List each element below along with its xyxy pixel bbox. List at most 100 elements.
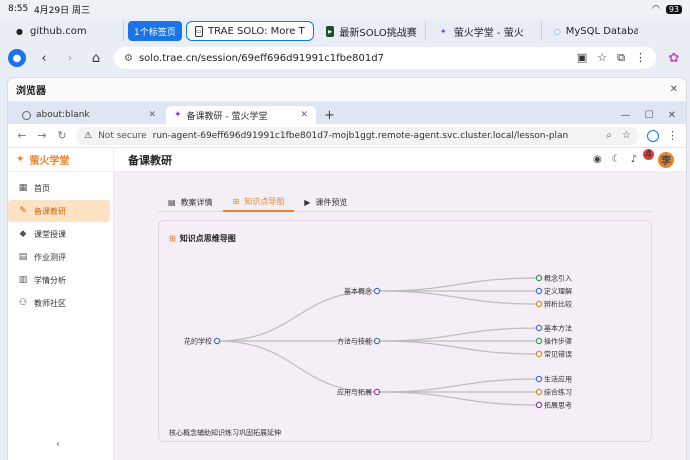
sidebar-item-analytics[interactable]: ▥ 学情分析	[8, 269, 113, 291]
mindmap-leaf-label: 综合练习	[544, 388, 572, 397]
page-title: 备课教研	[128, 153, 172, 167]
home-icon[interactable]: ⌂	[88, 51, 104, 66]
reload-icon[interactable]: ↻	[56, 129, 68, 142]
card-title-text: 知识点思维导图	[179, 234, 236, 243]
mindmap-branch-node[interactable]	[373, 337, 381, 345]
sidebar-item-lesson-prep[interactable]: ✎ 备课教研	[8, 200, 110, 222]
outer-tab-firefly[interactable]: ✦ 萤火学堂 - 萤火	[430, 21, 542, 41]
outer-tab-label: TRAE SOLO: More T	[207, 25, 305, 37]
bookmark-star-icon[interactable]: ☆	[597, 51, 607, 65]
back-icon[interactable]: ‹	[36, 51, 52, 66]
sidebar-item-assessment[interactable]: ▤ 作业测评	[8, 246, 113, 268]
tab-group-label: 1个标签页	[134, 27, 176, 38]
back-icon[interactable]: ←	[16, 129, 28, 142]
tab-courseware-preview[interactable]: ▶ 课件预览	[294, 192, 357, 212]
main-content: 备课教研 ◉ ☾ ♪ 4 李 ▤ 教案详情 ⊞ 知识点导图 ▶ 课件预览 花的学…	[114, 148, 686, 460]
more-menu-icon[interactable]: ⋮	[667, 129, 678, 142]
extension-icon[interactable]: ⧉	[617, 51, 625, 65]
browser-window: 浏览器 ✕ about:blank ✕ ✦ 备课教研 - 萤火学堂 ✕ + — …	[8, 78, 686, 460]
site-settings-icon[interactable]: ⚙	[124, 53, 133, 64]
install-icon[interactable]: ▣	[577, 51, 587, 65]
theme-palette-icon[interactable]: ◉	[593, 154, 602, 165]
outer-tab-solo[interactable]: ▸ 最新SOLO挑战赛	[318, 21, 426, 41]
page-header: 备课教研 ◉ ☾ ♪ 4 李	[114, 148, 686, 172]
close-tab-icon[interactable]: ✕	[148, 110, 156, 120]
mindmap-leaf-node[interactable]	[535, 324, 543, 332]
tab-group-pill[interactable]: 1个标签页	[128, 21, 182, 41]
outer-tab-mysql[interactable]: ◌ MySQL Databas	[546, 21, 638, 41]
mindmap-leaf-node[interactable]	[535, 388, 543, 396]
status-right: ◠ 93	[652, 4, 682, 14]
outer-address-bar[interactable]: ⚙ solo.trae.cn/session/69eff696d91991c1f…	[114, 47, 656, 69]
forward-icon[interactable]: →	[36, 129, 48, 142]
inner-toolbar: ← → ↻ ⚠ Not secure run-agent-69eff696d91…	[8, 124, 686, 148]
home-icon: ▦	[18, 183, 28, 193]
notification-bell-icon[interactable]: ♪ 4	[631, 149, 654, 165]
mindmap-branch-node[interactable]	[373, 287, 381, 295]
mindmap-leaf-node[interactable]	[535, 300, 543, 308]
tab-label: 课件预览	[315, 197, 348, 207]
inner-tab-lesson-plan[interactable]: ✦ 备课教研 - 萤火学堂 ✕	[166, 106, 316, 124]
minimize-icon[interactable]: —	[621, 110, 631, 121]
window-title-bar: 浏览器 ✕	[8, 78, 686, 102]
terminal-icon: ▸	[325, 25, 335, 37]
mindmap-leaf-label: 操作步骤	[544, 337, 572, 346]
profile-avatar[interactable]: ●	[8, 49, 26, 67]
account-icon[interactable]	[647, 129, 659, 142]
sidebar-item-teaching[interactable]: ◆ 课堂授课	[8, 223, 113, 245]
mindmap-root-label: 花的学校	[184, 337, 212, 346]
outer-tab-strip: ● github.com 1个标签页 ▭ TRAE SOLO: More T ▸…	[0, 20, 690, 42]
mindmap-leaf-node[interactable]	[535, 401, 543, 409]
mindmap-leaf-node[interactable]	[535, 274, 543, 282]
sidebar-item-home[interactable]: ▦ 首页	[8, 177, 113, 199]
firefly-icon: ✦	[439, 26, 447, 36]
more-menu-icon[interactable]: ⋮	[635, 51, 646, 65]
mindmap-leaf-node[interactable]	[535, 350, 543, 358]
zoom-icon[interactable]: ⌕	[606, 130, 612, 141]
brand-name: 萤火学堂	[29, 156, 70, 167]
tab-lesson-details[interactable]: ▤ 教案详情	[158, 192, 223, 212]
sidebar: ✦ 萤火学堂 ▦ 首页 ✎ 备课教研 ◆ 课堂授课 ▤ 作业测评 ▥ 学情分析 …	[8, 148, 114, 460]
github-icon: ●	[16, 26, 23, 36]
window-controls: — ☐ ✕	[621, 106, 686, 124]
mindmap-branch-node[interactable]	[373, 388, 381, 396]
brand-logo[interactable]: ✦ 萤火学堂	[8, 148, 113, 172]
maximize-icon[interactable]: ☐	[645, 110, 654, 121]
lesson-tabs: ▤ 教案详情 ⊞ 知识点导图 ▶ 课件预览	[158, 192, 652, 212]
tab-knowledge-map[interactable]: ⊞ 知识点导图	[222, 192, 295, 212]
mindmap-leaf-node[interactable]	[535, 287, 543, 295]
sidebar-item-label: 学情分析	[34, 275, 66, 285]
forward-icon[interactable]: ›	[62, 51, 78, 66]
avatar[interactable]: 李	[658, 151, 674, 168]
inner-url-text: run-agent-69eff696d91991c1fbe801d7-mojb1…	[152, 130, 569, 141]
new-tab-button[interactable]: +	[318, 106, 341, 124]
mindmap-branch-label: 基本概念	[344, 287, 372, 296]
card-title: ⊞ 知识点思维导图	[169, 233, 236, 244]
close-window-icon[interactable]: ✕	[668, 110, 676, 121]
warning-icon: ⚠	[84, 130, 93, 141]
mindmap-icon: ⊞	[169, 234, 176, 243]
dark-mode-icon[interactable]: ☾	[612, 154, 621, 165]
mindmap-root-node[interactable]	[213, 337, 221, 345]
mindmap-leaf-node[interactable]	[535, 337, 543, 345]
mindmap-leaf-label: 定义理解	[544, 287, 572, 296]
close-tab-icon[interactable]: ✕	[300, 110, 308, 120]
window-close-button[interactable]: ✕	[670, 84, 678, 95]
collapse-sidebar-icon[interactable]: ‹	[56, 439, 60, 450]
mindmap-leaf-node[interactable]	[535, 375, 543, 383]
inner-address-bar[interactable]: ⚠ Not secure run-agent-69eff696d91991c1f…	[76, 126, 639, 145]
mindmap-leaf-label: 基本方法	[544, 324, 572, 333]
outer-tab-trae[interactable]: ▭ TRAE SOLO: More T	[185, 21, 314, 41]
bookmark-star-icon[interactable]: ☆	[622, 130, 631, 141]
mindmap-branch-label: 应用与拓展	[337, 388, 372, 397]
sidebar-item-community[interactable]: ⚇ 教师社区	[8, 292, 113, 314]
status-bar: 8:55 4月29日 周三 ◠ 93	[0, 0, 690, 18]
copilot-icon[interactable]: ✿	[666, 51, 682, 66]
outer-tab-github[interactable]: ● github.com	[6, 21, 124, 41]
inner-tab-blank[interactable]: about:blank ✕	[14, 106, 164, 124]
sidebar-item-label: 作业测评	[34, 252, 66, 262]
outer-url-tools: ▣ ☆ ⧉ ⋮	[577, 51, 646, 65]
inner-url-tools: ⌕ ☆	[606, 130, 631, 141]
edit-icon: ✎	[19, 206, 27, 216]
firefly-icon: ✦	[174, 110, 182, 120]
